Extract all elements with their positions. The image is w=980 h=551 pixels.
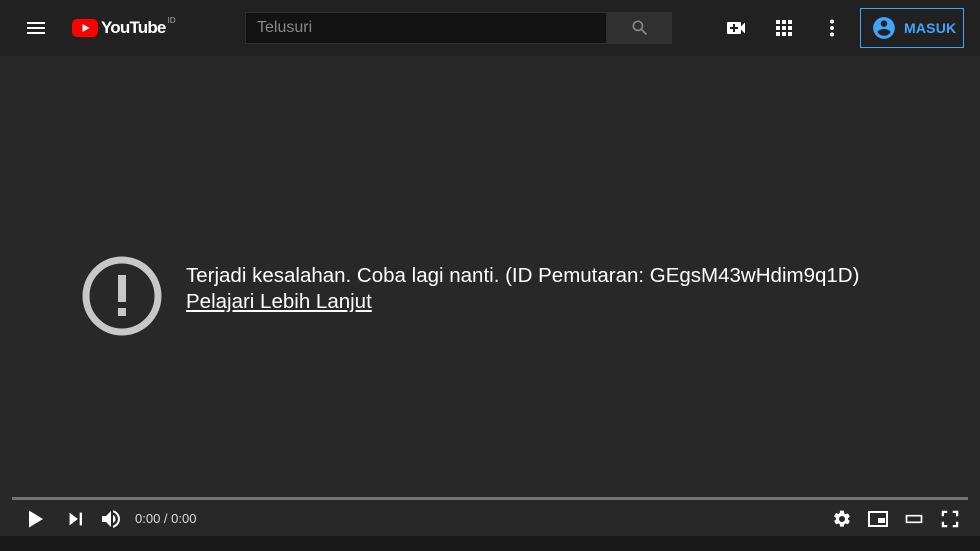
- bottom-strip: [0, 536, 980, 551]
- player-controls: 0:00 / 0:00: [0, 500, 980, 536]
- search-icon: [632, 20, 647, 36]
- hamburger-menu-icon: [27, 22, 45, 34]
- play-icon: [29, 510, 43, 528]
- masthead: YouTube ID MASUK: [0, 0, 980, 56]
- fullscreen-button[interactable]: [938, 507, 962, 531]
- youtube-logo[interactable]: YouTube ID: [72, 16, 176, 39]
- next-button[interactable]: [64, 507, 88, 531]
- settings-more-button[interactable]: [820, 16, 844, 40]
- error-message: Terjadi kesalahan. Coba lagi nanti. (ID …: [186, 264, 860, 287]
- menu-button[interactable]: [24, 16, 48, 40]
- apps-button[interactable]: [772, 16, 796, 40]
- time-display: 0:00 / 0:00: [135, 511, 197, 526]
- gear-icon: [834, 510, 850, 527]
- apps-grid-icon: [776, 20, 792, 36]
- create-video-button[interactable]: [724, 16, 748, 40]
- volume-button[interactable]: [99, 507, 123, 531]
- search-input[interactable]: [245, 12, 607, 44]
- settings-button[interactable]: [830, 507, 854, 531]
- search-button[interactable]: [607, 12, 672, 44]
- more-vert-icon: [830, 19, 834, 37]
- error-exclamation-icon: [82, 256, 162, 336]
- miniplayer-icon: [868, 511, 888, 527]
- skip-next-icon: [69, 512, 82, 526]
- video-player[interactable]: Terjadi kesalahan. Coba lagi nanti. (ID …: [0, 56, 980, 536]
- play-button[interactable]: [23, 507, 47, 531]
- youtube-play-logo-icon: [72, 19, 98, 37]
- signin-label: MASUK: [904, 20, 957, 36]
- volume-icon: [102, 510, 120, 528]
- logo-wordmark: YouTube: [101, 18, 166, 37]
- fullscreen-icon: [941, 510, 959, 528]
- logo-country-code: ID: [167, 16, 176, 25]
- theater-mode-icon: [905, 514, 923, 524]
- learn-more-link[interactable]: Pelajari Lebih Lanjut: [186, 290, 372, 314]
- account-circle-icon: [873, 17, 895, 39]
- video-camera-add-icon: [727, 22, 745, 34]
- signin-button[interactable]: MASUK: [860, 8, 964, 48]
- theater-mode-button[interactable]: [902, 507, 926, 531]
- miniplayer-button[interactable]: [866, 507, 890, 531]
